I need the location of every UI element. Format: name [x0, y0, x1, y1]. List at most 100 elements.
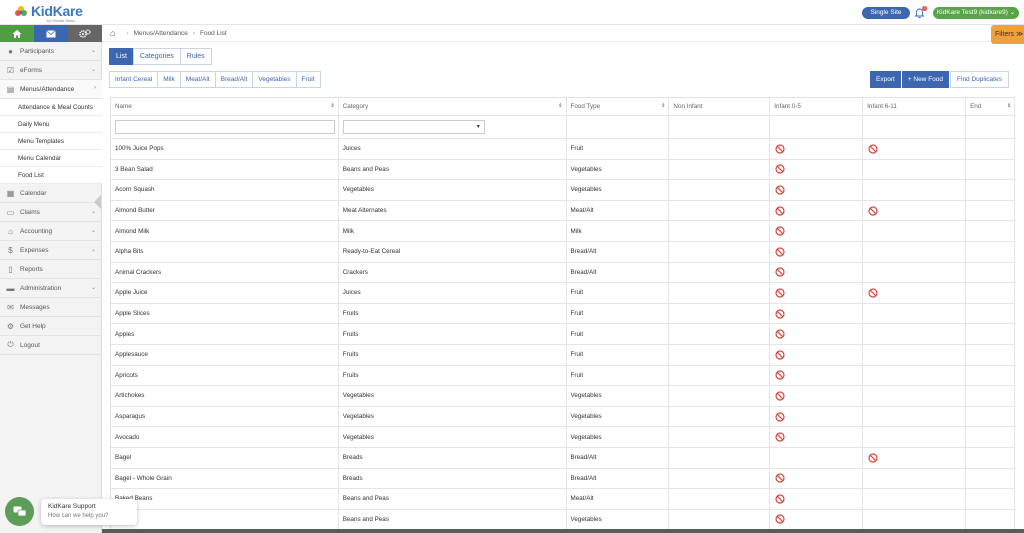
kidkare-logo[interactable]: KidKare by Minute Menu: [14, 3, 104, 23]
breadcrumb-section[interactable]: Menus/Attendance: [134, 30, 188, 37]
notification-bell-icon[interactable]: 1: [914, 6, 927, 19]
table-row[interactable]: Apple Slices Fruits Fruit: [111, 303, 1016, 325]
table-row[interactable]: 3 Bean Salad Beans and Peas Vegetables: [111, 159, 1016, 181]
category-cell: Breads: [339, 447, 567, 468]
help-icon: ⚙: [6, 321, 15, 331]
table-row[interactable]: BeansBeans and PeasVegetables: [111, 509, 1016, 531]
export-button[interactable]: Export: [870, 71, 901, 88]
sidebar-item-messages[interactable]: ✉ Messages: [0, 298, 102, 317]
end-cell: [966, 139, 1016, 159]
filter-infant-cereal[interactable]: Infant Cereal: [109, 71, 159, 88]
sidebar-item-participants[interactable]: ● Participants ⌄: [0, 42, 102, 61]
table-row[interactable]: Baked BeansBeans and PeasMeat/Alt: [111, 489, 1016, 510]
table-row[interactable]: Almond Milk Milk Milk: [111, 221, 1016, 242]
not-allowed-icon: [774, 247, 785, 257]
end-cell: [966, 509, 1016, 530]
food-type-cell: Meat/Alt: [567, 489, 670, 509]
find-duplicates-button[interactable]: Find Duplicates: [950, 71, 1009, 88]
table-row[interactable]: Artichokes Vegetables Vegetables: [111, 386, 1016, 407]
chat-icon: [13, 506, 26, 516]
sidebar-item-calendar[interactable]: ▦ Calendar: [0, 184, 102, 203]
not-allowed-icon: [774, 391, 785, 401]
accounting-icon: ⌂: [8, 226, 13, 236]
category-cell: Beans and Peas: [339, 489, 567, 509]
table-row[interactable]: Animal Crackers Crackers Bread/Alt: [111, 262, 1016, 284]
sidebar-item-logout[interactable]: ⏻ Logout: [0, 336, 102, 355]
infant-0-5-cell: [770, 489, 864, 509]
table-row[interactable]: 100% Juice Pops Juices Fruit: [111, 139, 1016, 160]
food-name-cell: Apricots: [111, 365, 339, 386]
filter-milk[interactable]: Milk: [157, 71, 181, 88]
column-header-infant-0-5: Infant 0-5: [770, 98, 864, 115]
settings-tab[interactable]: [68, 25, 102, 42]
food-name-cell: 3 Bean Salad: [111, 159, 339, 180]
sort-icon[interactable]: ⇕: [1007, 103, 1011, 109]
sidebar-item-menus-attendance[interactable]: ▤ Menus/Attendance ›: [0, 80, 102, 99]
not-allowed-icon: [774, 308, 785, 319]
tab-categories[interactable]: Categories: [132, 48, 181, 65]
tab-rules[interactable]: Rules: [179, 48, 212, 65]
food-type-cell: Fruit: [567, 303, 670, 324]
sidebar-item-expenses[interactable]: $ Expenses ⌄: [0, 241, 102, 260]
infant-6-11-cell: [863, 324, 967, 344]
infant-0-5-cell: [770, 283, 864, 303]
filter-meat-alt[interactable]: Meat/Alt: [179, 71, 216, 88]
column-header-name[interactable]: Name ⇕: [111, 98, 339, 115]
filter-fruit[interactable]: Fruit: [295, 71, 321, 88]
reports-icon: ▯: [8, 264, 13, 274]
breadcrumb: ⌂ › Menus/Attendance › Food List: [102, 25, 1024, 42]
sidebar-item-claims[interactable]: ▭ Claims ⌄: [0, 203, 102, 222]
support-chat-card[interactable]: KidKare Support How can we help you?: [41, 499, 137, 525]
table-row[interactable]: Asparagus Vegetables Vegetables: [111, 406, 1016, 428]
column-header-food-type[interactable]: Food Type ⇕: [567, 98, 670, 115]
sidebar-subitem-menu-calendar[interactable]: Menu Calendar: [0, 150, 102, 167]
sidebar-item-reports[interactable]: ▯ Reports: [0, 260, 102, 279]
breadcrumb-separator-icon: ›: [126, 29, 129, 37]
sidebar-subitem-daily-menu[interactable]: Daily Menu: [0, 116, 102, 133]
sidebar-item-administration[interactable]: ▬ Administration ⌄: [0, 279, 102, 298]
table-row[interactable]: Alpha Bits Ready-to-Eat Cereal Bread/Alt: [111, 241, 1016, 263]
single-site-button[interactable]: Single Site: [862, 7, 910, 19]
home-tab[interactable]: [0, 25, 34, 42]
sort-icon[interactable]: ⇕: [331, 103, 335, 109]
sidebar-item-get-help[interactable]: ⚙ Get Help: [0, 317, 102, 336]
filter-bread-alt[interactable]: Bread/Alt: [214, 71, 254, 88]
sidebar-subitem-menu-templates[interactable]: Menu Templates: [0, 133, 102, 150]
support-chat-button[interactable]: [5, 497, 34, 526]
non-infant-cell: [669, 303, 771, 324]
table-row[interactable]: Avocado Vegetables Vegetables: [111, 427, 1016, 448]
messages-tab[interactable]: [34, 25, 68, 42]
table-row[interactable]: Apple Juice Juices Fruit: [111, 283, 1016, 304]
table-row[interactable]: Acorn Squash Vegetables Vegetables: [111, 180, 1016, 201]
table-actions: Export + New Food Find Duplicates: [869, 71, 1009, 88]
table-row[interactable]: Bagel Breads Bread/Alt: [111, 447, 1016, 469]
sort-icon[interactable]: ⇕: [558, 103, 562, 109]
table-row[interactable]: Bagel - Whole Grain Breads Bread/Alt: [111, 468, 1016, 490]
infant-0-5-cell: [770, 262, 864, 283]
sidebar-subitem-attendance[interactable]: Attendance & Meal Counts: [0, 99, 102, 116]
bottom-scrollbar[interactable]: [102, 529, 1024, 533]
table-row[interactable]: Apples Fruits Fruit: [111, 324, 1016, 345]
eforms-icon: ☑: [6, 65, 15, 75]
tab-list[interactable]: List: [109, 48, 134, 65]
filters-button[interactable]: Filters ≫: [991, 25, 1024, 44]
category-filter-select[interactable]: ▾: [342, 120, 485, 134]
infant-0-5-cell: [770, 447, 864, 468]
sidebar-item-eforms[interactable]: ☑ eForms ⌄: [0, 61, 102, 80]
table-row[interactable]: Apricots Fruits Fruit: [111, 365, 1016, 387]
food-name-cell: Apple Juice: [111, 283, 339, 303]
sidebar-item-label: Get Help: [20, 322, 46, 330]
user-menu-button[interactable]: KidKare Test9 (kidkare9) ⌄: [933, 7, 1019, 19]
sort-icon[interactable]: ⇕: [661, 103, 665, 109]
not-allowed-icon: [774, 144, 785, 154]
column-header-category[interactable]: Category ⇕: [339, 98, 567, 115]
column-header-end[interactable]: End ⇕: [966, 98, 1016, 115]
filter-vegetables[interactable]: Vegetables: [252, 71, 297, 88]
breadcrumb-home-icon[interactable]: ⌂: [110, 28, 115, 38]
new-food-button[interactable]: + New Food: [901, 71, 950, 88]
table-row[interactable]: Almond Butter Meat Alternates Meat/Alt: [111, 200, 1016, 222]
table-row[interactable]: Applesauce Fruits Fruit: [111, 344, 1016, 366]
sidebar-subitem-food-list[interactable]: Food List: [0, 167, 102, 184]
sidebar-item-accounting[interactable]: ⌂ Accounting ⌄: [0, 222, 102, 241]
name-filter-input[interactable]: [115, 120, 335, 134]
